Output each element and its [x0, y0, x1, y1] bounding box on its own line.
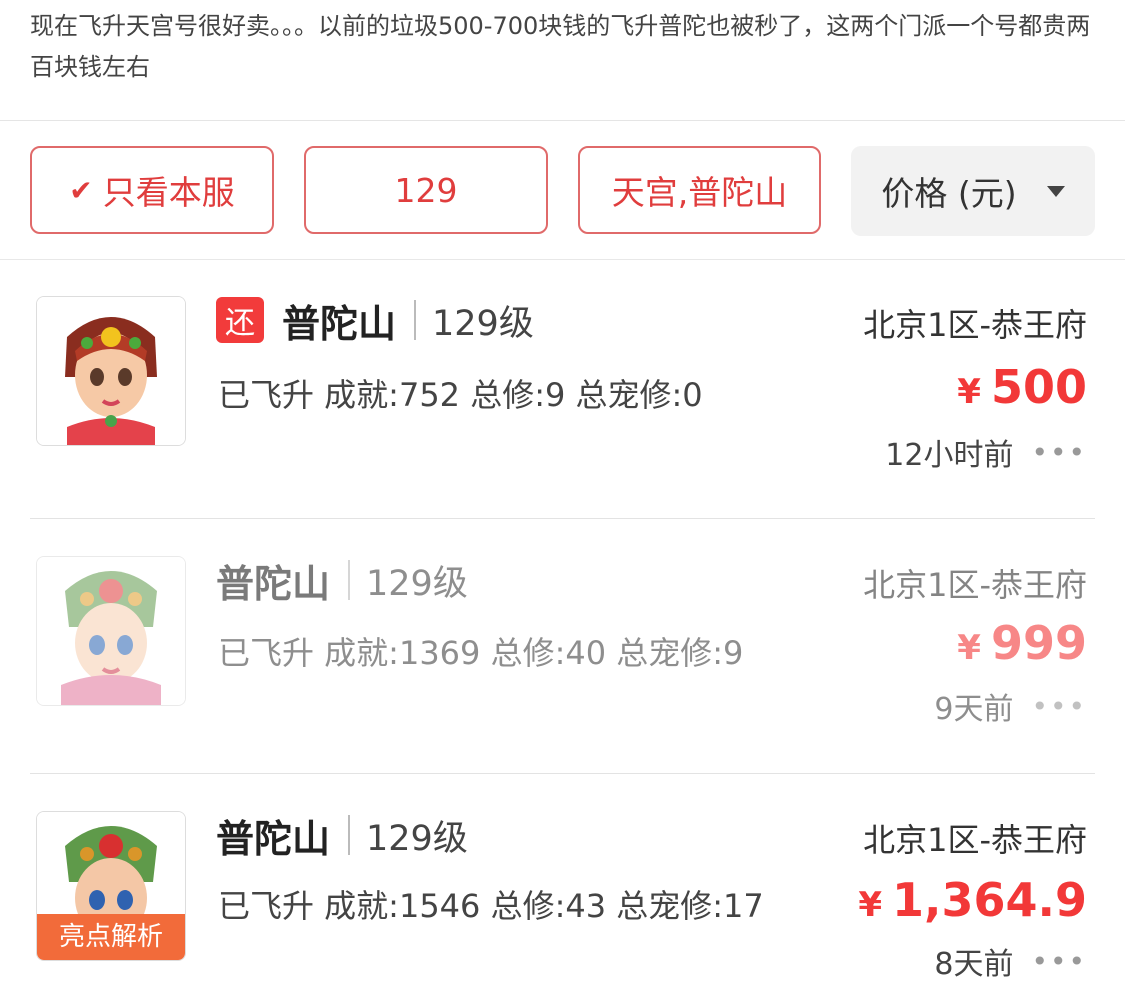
listing-item[interactable]: 还 普陀山 129级 已飞升 成就:752 总修:9 总宠修:0 北京1区-恭王… [0, 260, 1125, 515]
sect-name: 普陀山 [216, 561, 331, 606]
level-filter[interactable]: 129 [304, 146, 548, 234]
price-sort-dropdown[interactable]: 价格 (元) [851, 146, 1095, 236]
more-icon[interactable]: ••• [1031, 690, 1087, 723]
post-text: 现在飞升天宫号很好卖。。。以前的垃圾500-700块钱的飞升普陀也被秒了，这两个… [30, 12, 1091, 81]
listing-meta: 8天前 ••• [934, 939, 1087, 983]
filter-label: 天宫,普陀山 [611, 173, 788, 212]
character-avatar [36, 556, 186, 706]
listing-stats: 已飞升 成就:1546 总修:43 总宠修:17 [218, 887, 764, 925]
character-portrait-icon [37, 557, 185, 705]
divider [30, 773, 1095, 774]
sect-name: 普陀山 [216, 816, 331, 861]
listing-item[interactable]: 普陀山 129级 已飞升 成就:1369 总修:40 总宠修:9 北京1区-恭王… [0, 520, 1125, 775]
listing-item[interactable]: 亮点解析 普陀山 129级 已飞升 成就:1546 总修:43 总宠修:17 北… [0, 775, 1125, 993]
divider [0, 120, 1125, 121]
listing-meta: 12小时前 ••• [885, 430, 1087, 474]
filter-label: 只看本服 [102, 173, 235, 212]
character-avatar: 亮点解析 [36, 811, 186, 961]
divider [30, 518, 1095, 519]
caret-down-icon [1046, 185, 1065, 197]
only-this-server-filter[interactable]: ✔ 只看本服 [30, 146, 274, 234]
level-label: 129级 [366, 563, 468, 604]
price-label: ¥1,364.9 [858, 873, 1087, 927]
filter-label: 价格 (元) [881, 174, 1017, 213]
level-label: 129级 [366, 818, 468, 859]
divider [414, 300, 417, 340]
post-time: 9天前 [934, 692, 1014, 727]
refund-badge: 还 [216, 297, 264, 343]
listing-stats: 已飞升 成就:752 总修:9 总宠修:0 [218, 376, 703, 414]
price-label: ¥999 [957, 616, 1087, 670]
more-icon[interactable]: ••• [1031, 436, 1087, 469]
post-time: 8天前 [934, 947, 1014, 982]
server-name: 北京1区-恭王府 [863, 306, 1087, 344]
checkmark-icon: ✔ [69, 173, 93, 207]
server-name: 北京1区-恭王府 [863, 566, 1087, 604]
server-name: 北京1区-恭王府 [863, 821, 1087, 859]
sect-filter[interactable]: 天宫,普陀山 [578, 146, 821, 234]
level-label: 129级 [432, 303, 534, 344]
price-label: ¥500 [957, 360, 1087, 414]
listing-meta: 9天前 ••• [934, 684, 1087, 728]
character-avatar [36, 296, 186, 446]
more-icon[interactable]: ••• [1031, 945, 1087, 978]
filter-label: 129 [394, 170, 458, 210]
listing-stats: 已飞升 成就:1369 总修:40 总宠修:9 [218, 634, 744, 672]
post-time: 12小时前 [885, 438, 1014, 473]
highlight-tag[interactable]: 亮点解析 [37, 914, 185, 960]
character-portrait-icon [37, 297, 185, 445]
divider [348, 560, 351, 600]
sect-name: 普陀山 [282, 301, 397, 346]
divider [348, 815, 351, 855]
